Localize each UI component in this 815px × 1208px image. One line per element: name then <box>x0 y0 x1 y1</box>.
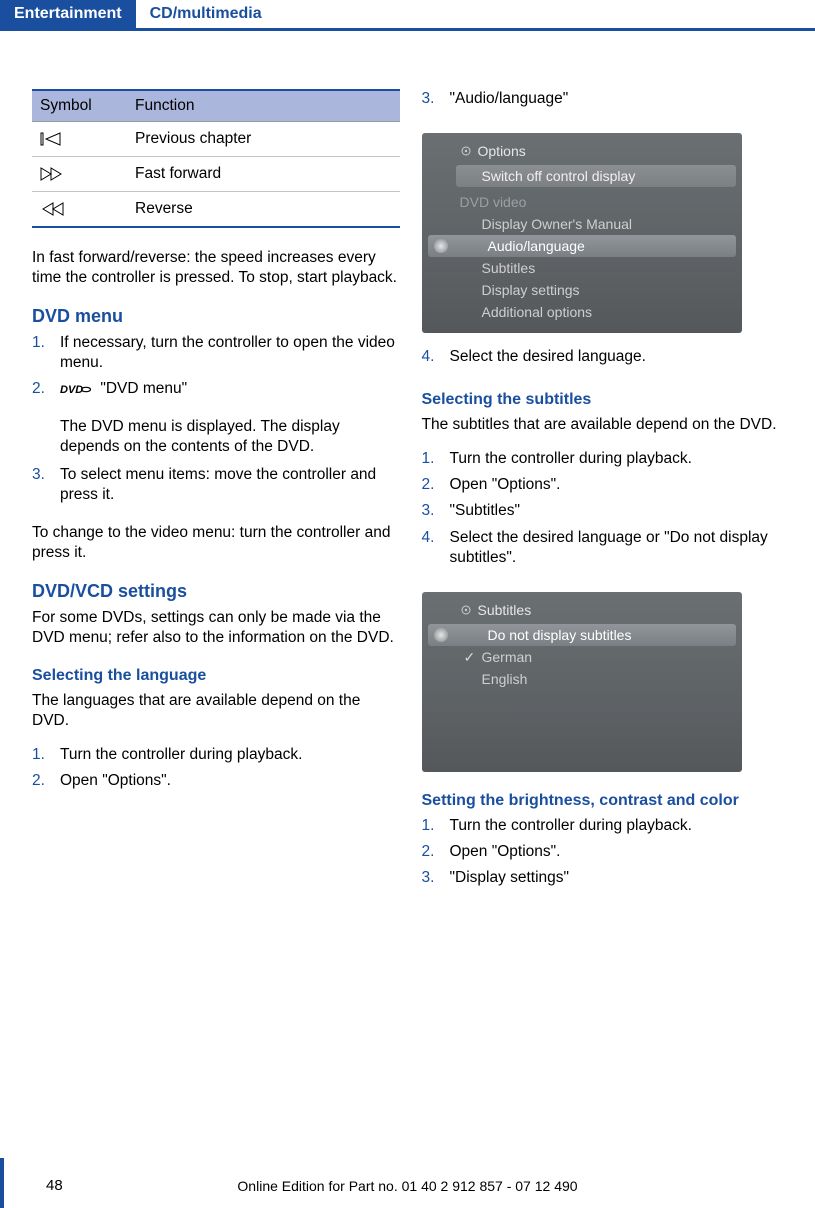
fast-forward-icon <box>40 167 64 181</box>
shot-row: Display settings <box>422 279 742 301</box>
reverse-icon <box>40 202 64 216</box>
list-item: 4.Select the desired language. <box>422 347 790 367</box>
list-item: 4.Select the desired language or "Do not… <box>422 528 790 568</box>
heading-brightness-contrast-color: Setting the brightness, contrast and col… <box>422 792 790 810</box>
list-item: 1.If necessary, turn the controller to o… <box>32 333 400 373</box>
options-menu-screenshot: Options Switch off control display DVD v… <box>422 133 742 333</box>
table-header-symbol: Symbol <box>32 90 127 122</box>
left-column: Symbol Function Previous chapter Fast fo… <box>32 89 400 906</box>
heading-selecting-language: Selecting the language <box>32 667 400 685</box>
pointer-icon <box>434 239 448 253</box>
list-item: 3."Audio/language" <box>422 89 790 109</box>
list-item: 1.Turn the controller during playback. <box>422 449 790 469</box>
table-cell: Reverse <box>127 192 400 228</box>
shot-row: Additional options <box>422 301 742 323</box>
paragraph: The subtitles that are available depend … <box>422 415 790 435</box>
shot-row: English <box>422 668 742 690</box>
table-cell: Fast forward <box>127 157 400 192</box>
list-item: 1.Turn the controller during playback. <box>32 745 400 765</box>
gear-icon <box>460 604 472 616</box>
table-cell: Previous chapter <box>127 122 400 157</box>
shot-row: Switch off control display <box>456 165 736 187</box>
shot-title: Options <box>422 141 742 165</box>
gear-icon <box>460 145 472 157</box>
tabs-bar: Entertainment CD/multimedia <box>0 0 815 31</box>
shot-row-checked: German <box>422 646 742 668</box>
shot-row: Display Owner's Manual <box>422 213 742 235</box>
paragraph: For some DVDs, settings can only be made… <box>32 608 400 648</box>
table-row: Fast forward <box>32 157 400 192</box>
symbol-function-table: Symbol Function Previous chapter Fast fo… <box>32 89 400 228</box>
paragraph: In fast forward/reverse: the speed incre… <box>32 248 400 288</box>
subtitles-menu-screenshot: Subtitles Do not display subtitles Germa… <box>422 592 742 772</box>
list-item: 2. DVD "DVD menu" <box>32 379 400 399</box>
list-item: 1.Turn the controller during playback. <box>422 816 790 836</box>
shot-row-highlighted: Audio/language <box>428 235 736 257</box>
shot-title: Subtitles <box>422 600 742 624</box>
table-header-function: Function <box>127 90 400 122</box>
list-item: 2.Open "Options". <box>422 842 790 862</box>
pointer-icon <box>434 628 448 642</box>
table-row: Previous chapter <box>32 122 400 157</box>
svg-text:DVD: DVD <box>60 384 83 396</box>
tab-entertainment[interactable]: Entertainment <box>0 0 136 28</box>
right-column: 3."Audio/language" Options Switch off co… <box>422 89 790 906</box>
list-item: 3.To select menu items: move the control… <box>32 465 400 505</box>
shot-row-highlighted: Do not display subtitles <box>428 624 736 646</box>
list-item: 2.Open "Options". <box>32 771 400 791</box>
dvd-icon: DVD <box>60 382 92 396</box>
tab-cd-multimedia[interactable]: CD/multimedia <box>136 0 276 28</box>
list-item: 2.Open "Options". <box>422 475 790 495</box>
prev-chapter-icon <box>40 132 62 146</box>
shot-section: DVD video <box>422 191 742 213</box>
shot-row: Subtitles <box>422 257 742 279</box>
paragraph: To change to the video menu: turn the co… <box>32 523 400 563</box>
heading-dvd-menu: DVD menu <box>32 306 400 327</box>
list-item: 3."Display settings" <box>422 868 790 888</box>
list-item: 3."Subtitles" <box>422 501 790 521</box>
paragraph: The languages that are available depend … <box>32 691 400 731</box>
list-subtext: The DVD menu is displayed. The display d… <box>60 417 400 457</box>
heading-selecting-subtitles: Selecting the subtitles <box>422 391 790 409</box>
heading-dvd-vcd-settings: DVD/VCD settings <box>32 581 400 602</box>
table-row: Reverse <box>32 192 400 228</box>
footer-line: Online Edition for Part no. 01 40 2 912 … <box>0 1178 815 1194</box>
